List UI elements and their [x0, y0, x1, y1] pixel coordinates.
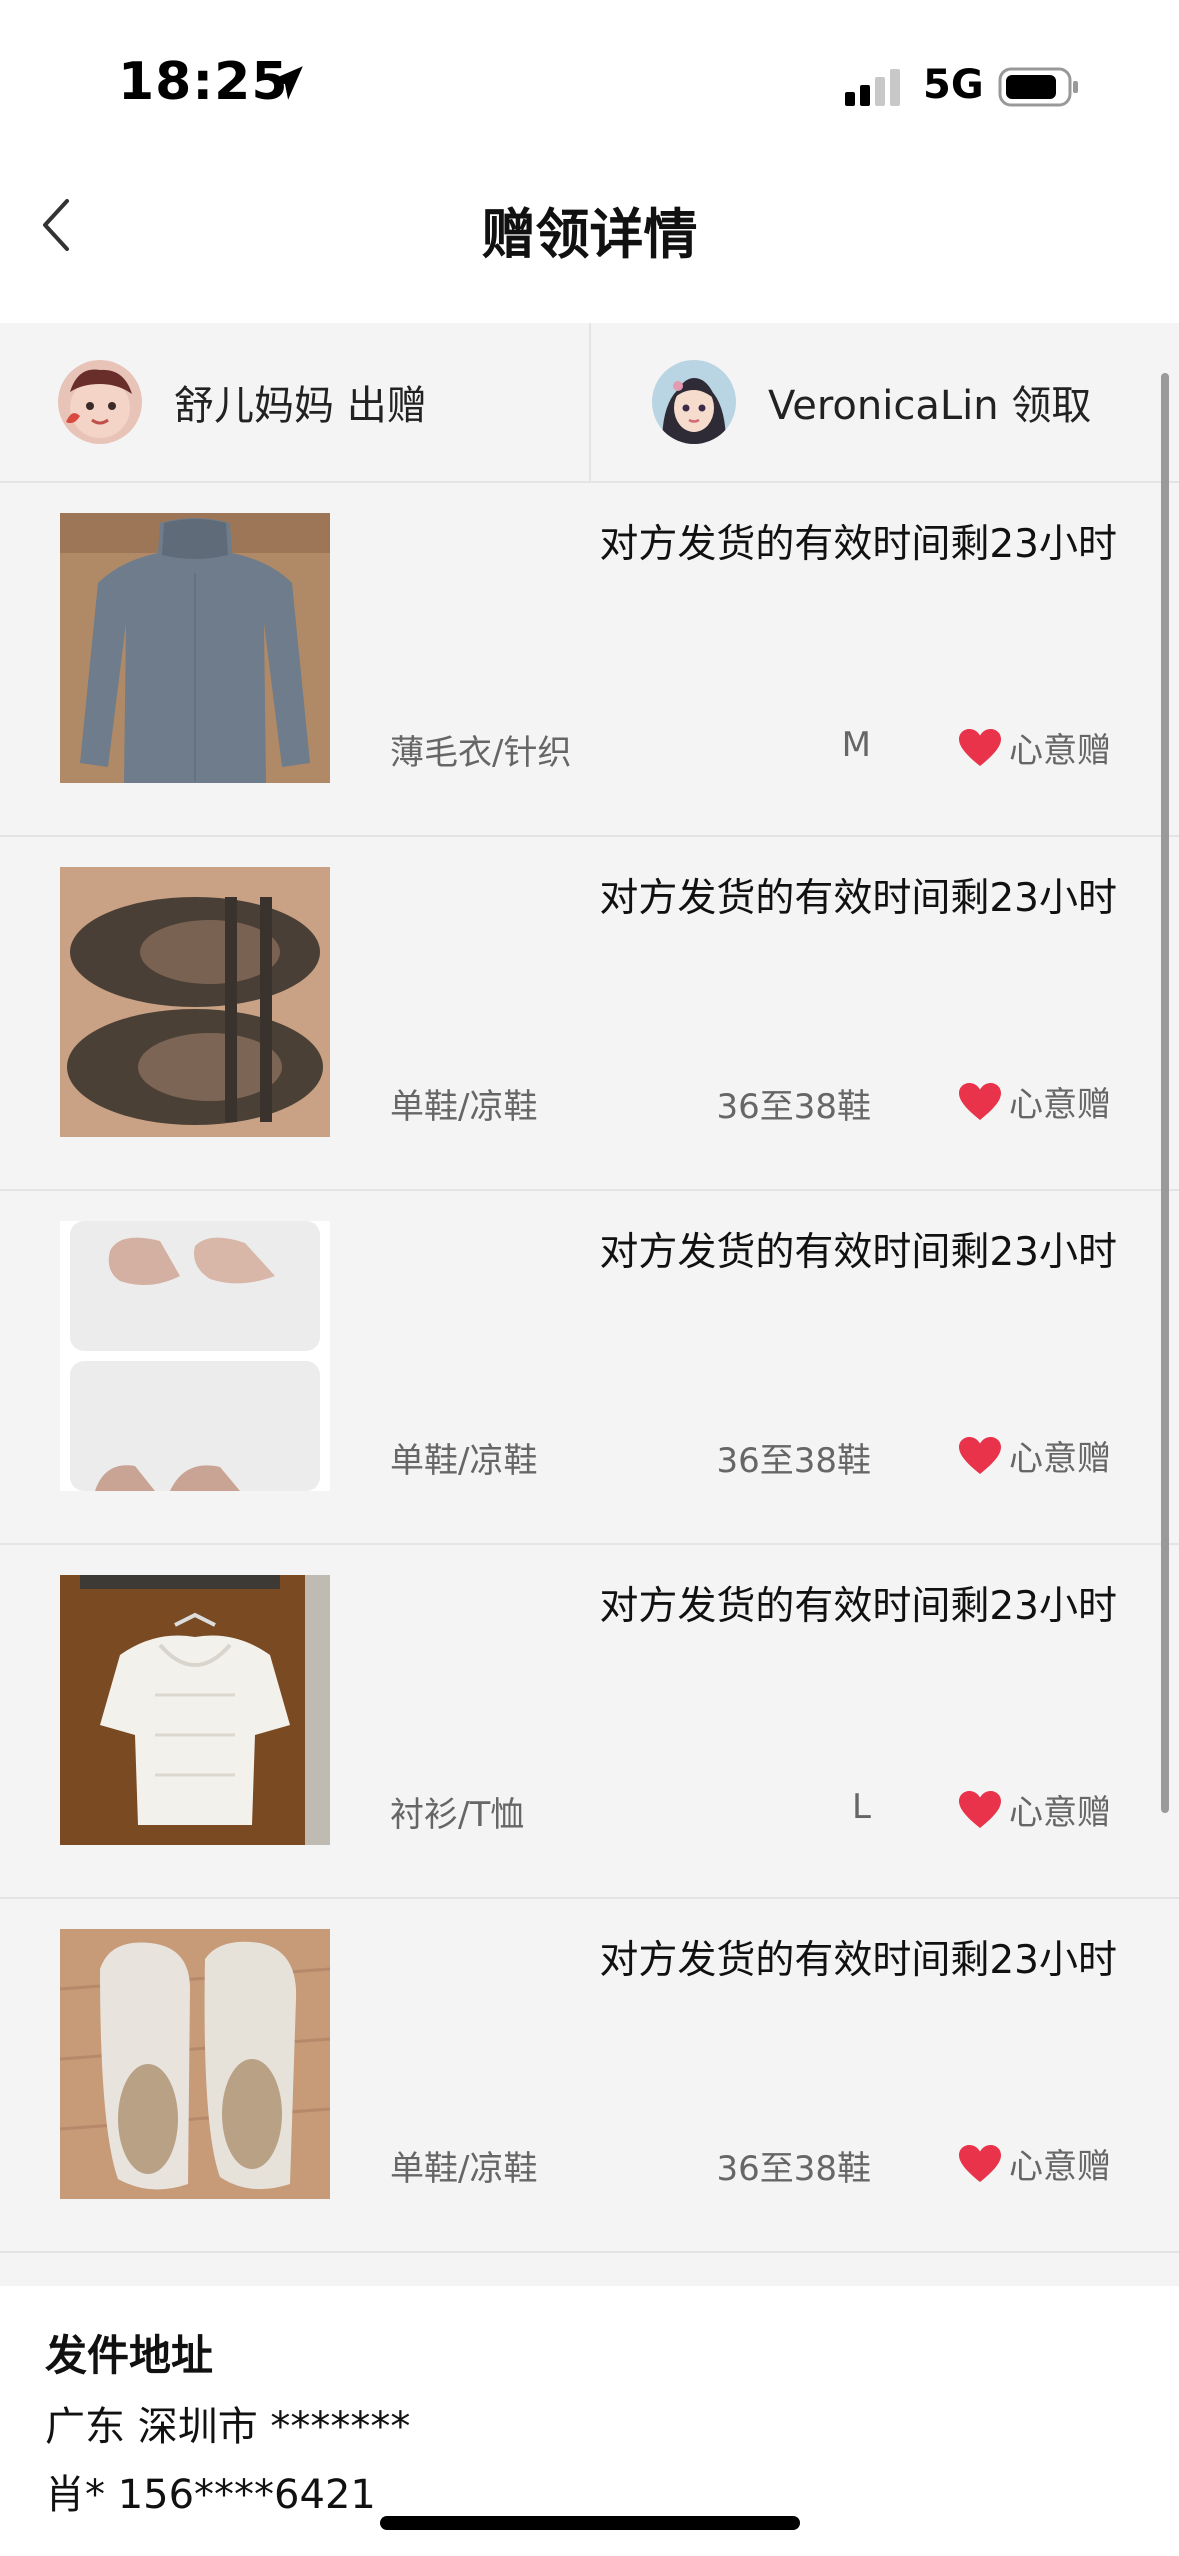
item-category: 单鞋/凉鞋	[390, 1087, 538, 1127]
ship-deadline: 对方发货的有效时间剩23小时	[599, 1584, 1117, 1629]
address-line: 广东 深圳市 *******	[45, 2404, 411, 2450]
scrollbar[interactable]	[1161, 373, 1169, 1813]
gift-tag-label: 心意赠	[1009, 731, 1111, 771]
item-category: 单鞋/凉鞋	[390, 2149, 538, 2189]
home-indicator[interactable]	[380, 2516, 800, 2530]
ship-deadline: 对方发货的有效时间剩23小时	[599, 1230, 1117, 1275]
list-item[interactable]: 对方发货的有效时间剩23小时 单鞋/凉鞋 36至38鞋 心意赠	[0, 837, 1179, 1191]
gift-tag: 心意赠	[957, 723, 1111, 772]
item-size: L	[852, 1787, 871, 1827]
network-label: 5G	[923, 62, 984, 108]
gift-tag-label: 心意赠	[1009, 1439, 1111, 1479]
item-size: 36至38鞋	[716, 2149, 871, 2189]
item-category: 衬衫/T恤	[390, 1795, 525, 1835]
item-size: M	[841, 725, 871, 765]
gift-tag-label: 心意赠	[1009, 1085, 1111, 1125]
list-item[interactable]: 对方发货的有效时间剩23小时 单鞋/凉鞋 36至38鞋 心意赠	[0, 1191, 1179, 1545]
giver-user[interactable]: 舒儿妈妈 出赠	[58, 323, 427, 481]
ship-deadline: 对方发货的有效时间剩23小时	[599, 1938, 1117, 1983]
gift-tag-label: 心意赠	[1009, 2147, 1111, 2187]
receiver-user[interactable]: VeronicaLin 领取	[652, 323, 1091, 481]
address-title: 发件地址	[45, 2331, 214, 2380]
status-bar: 18:25 5G	[0, 0, 1179, 165]
receiver-label: VeronicaLin 领取	[768, 383, 1092, 429]
gift-tag: 心意赠	[957, 1431, 1111, 1480]
heart-icon	[959, 1436, 1001, 1474]
heart-icon	[959, 1082, 1001, 1120]
location-arrow-icon	[269, 66, 303, 100]
battery-icon	[998, 67, 1078, 107]
item-photo-sweater[interactable]	[60, 513, 330, 783]
ship-deadline: 对方发货的有效时间剩23小时	[599, 522, 1117, 567]
page-title: 赠领详情	[481, 203, 698, 266]
list-item[interactable]: 对方发货的有效时间剩23小时 单鞋/凉鞋 36至38鞋 心意赠	[0, 1899, 1179, 2253]
status-time: 18:25	[118, 52, 289, 112]
list-item[interactable]: 对方发货的有效时间剩23小时 衬衫/T恤 L 心意赠	[0, 1545, 1179, 1899]
gift-tag: 心意赠	[957, 1077, 1111, 1126]
gift-tag: 心意赠	[957, 1785, 1111, 1834]
item-size: 36至38鞋	[716, 1441, 871, 1481]
item-category: 薄毛衣/针织	[390, 733, 572, 773]
gift-tag-label: 心意赠	[1009, 1793, 1111, 1833]
heart-icon	[959, 1790, 1001, 1828]
item-photo-shoes[interactable]	[60, 867, 330, 1137]
item-photo-loafers[interactable]	[60, 1221, 330, 1491]
giver-avatar	[58, 360, 142, 444]
item-category: 单鞋/凉鞋	[390, 1441, 538, 1481]
contact-line: 肖* 156****6421	[45, 2472, 376, 2518]
item-list: 对方发货的有效时间剩23小时 薄毛衣/针织 M 心意赠 对方发货的有效时间剩23…	[0, 483, 1179, 2253]
users-row: 舒儿妈妈 出赠 VeronicaLin 领取	[0, 323, 1179, 483]
signal-icon	[845, 69, 900, 106]
heart-icon	[959, 728, 1001, 766]
heart-icon	[959, 2144, 1001, 2182]
gift-tag: 心意赠	[957, 2139, 1111, 2188]
users-divider	[589, 323, 591, 481]
giver-label: 舒儿妈妈 出赠	[174, 383, 427, 429]
receiver-avatar	[652, 360, 736, 444]
item-size: 36至38鞋	[716, 1087, 871, 1127]
item-photo-white-loafers[interactable]	[60, 1929, 330, 2199]
item-photo-blouse[interactable]	[60, 1575, 330, 1845]
ship-deadline: 对方发货的有效时间剩23小时	[599, 876, 1117, 921]
list-item[interactable]: 对方发货的有效时间剩23小时 薄毛衣/针织 M 心意赠	[0, 483, 1179, 837]
